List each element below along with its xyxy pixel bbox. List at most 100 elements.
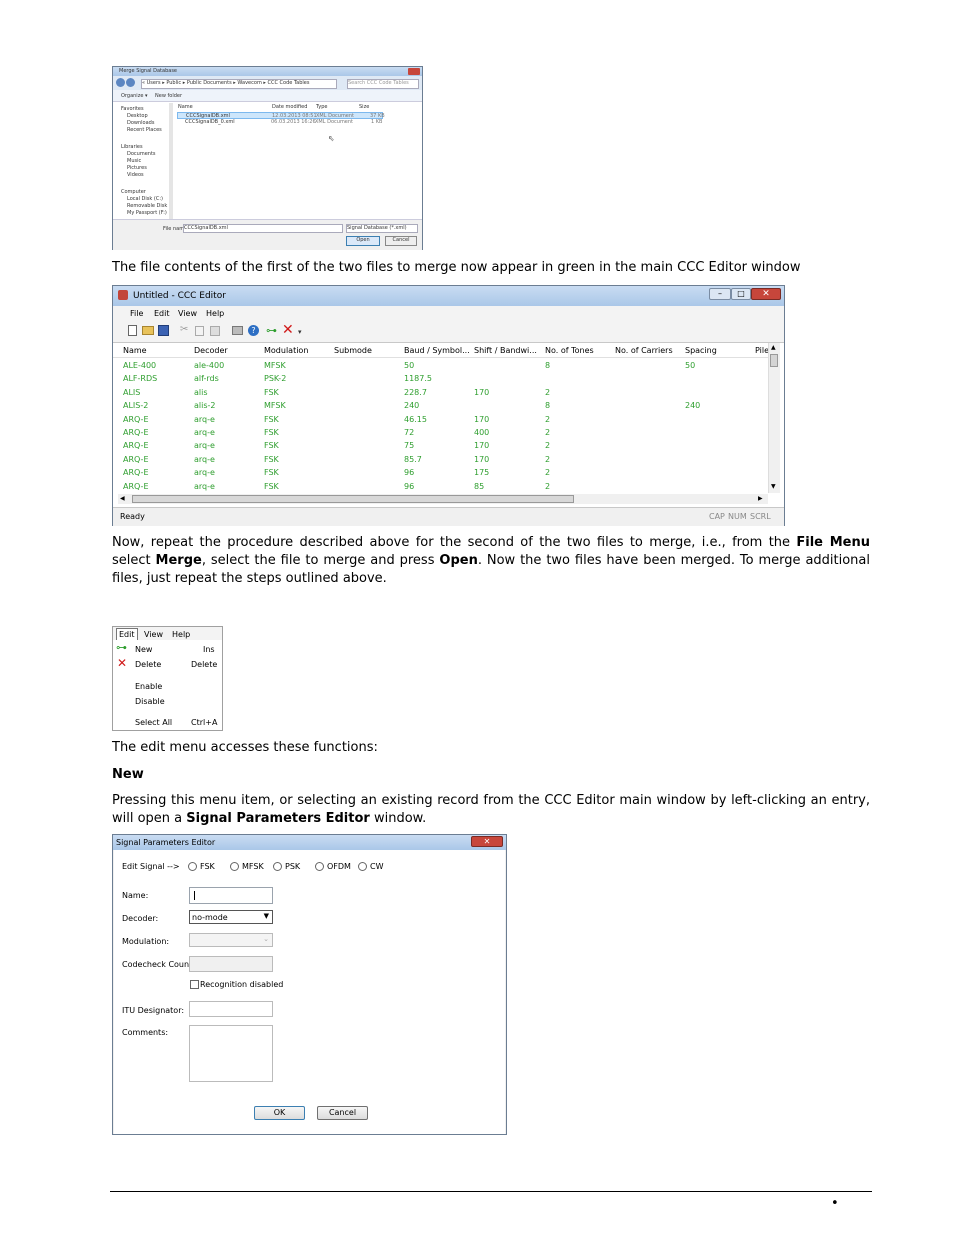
nav-removable[interactable]: Removable Disk ( (127, 203, 171, 209)
nav-local-disk[interactable]: Local Disk (C:) (127, 196, 163, 202)
comments-textarea[interactable] (189, 1025, 273, 1082)
col-pile[interactable]: Pile (755, 346, 769, 355)
paste-icon[interactable] (210, 326, 220, 336)
cancel-button[interactable]: Cancel (317, 1106, 368, 1120)
menu-view[interactable]: View (178, 309, 197, 318)
col-name[interactable]: Name (178, 104, 193, 110)
table-row[interactable]: ALIS-2 alis-2 MFSK 240 8 240 (113, 401, 773, 414)
col-type[interactable]: Type (316, 104, 327, 110)
close-icon[interactable] (408, 68, 420, 75)
col-decoder[interactable]: Decoder (194, 346, 228, 355)
nav-computer[interactable]: Computer (121, 189, 146, 195)
scroll-left-icon[interactable]: ◀ (120, 495, 125, 502)
forward-icon[interactable] (126, 78, 135, 87)
horizontal-scrollbar[interactable]: ◀ ▶ (118, 494, 768, 504)
open-folder-icon[interactable] (142, 326, 154, 335)
nav-desktop[interactable]: Desktop (127, 113, 148, 119)
nav-recent[interactable]: Recent Places (127, 127, 162, 133)
radio-mfsk[interactable]: MFSK (230, 862, 264, 871)
decoder-select[interactable]: no-mode ▼ (189, 910, 273, 924)
radio-fsk[interactable]: FSK (188, 862, 215, 871)
nav-music[interactable]: Music (127, 158, 141, 164)
table-row[interactable]: ARQ-E arq-e FSK 96 85 2 (113, 482, 773, 495)
nav-passport[interactable]: My Passport (F:) (127, 210, 167, 216)
col-spacing[interactable]: Spacing (685, 346, 717, 355)
menu-item-enable[interactable]: Enable (135, 682, 219, 693)
col-date[interactable]: Date modified (272, 104, 307, 110)
name-input[interactable] (189, 887, 273, 904)
nav-libraries[interactable]: Libraries (121, 144, 143, 150)
menu-view[interactable]: View (144, 630, 163, 639)
nav-downloads[interactable]: Downloads (127, 120, 154, 126)
scroll-up-icon[interactable]: ▲ (771, 344, 776, 351)
help-icon[interactable]: ? (248, 325, 259, 336)
nav-videos[interactable]: Videos (127, 172, 144, 178)
nav-pictures[interactable]: Pictures (127, 165, 147, 171)
organize-button[interactable]: Organize ▾ (121, 93, 148, 99)
table-row[interactable]: ALE-400 ale-400 MFSK 50 8 50 (113, 361, 773, 374)
nav-documents[interactable]: Documents (127, 151, 156, 157)
minimize-icon[interactable]: – (709, 288, 731, 300)
table-row[interactable]: ALIS alis FSK 228.7 170 2 (113, 388, 773, 401)
address-path[interactable]: « Users ▸ Public ▸ Public Documents ▸ Wa… (141, 79, 337, 89)
radio-psk[interactable]: PSK (273, 862, 300, 871)
modulation-select[interactable]: ⌄ (189, 933, 273, 947)
recognition-checkbox[interactable] (190, 980, 199, 989)
col-submode[interactable]: Submode (334, 346, 372, 355)
vertical-scrollbar[interactable]: ▲ ▼ (768, 343, 780, 493)
new-file-icon[interactable] (128, 325, 137, 336)
col-size[interactable]: Size (359, 104, 369, 110)
table-row[interactable]: ARQ-E arq-e FSK 96 175 2 (113, 468, 773, 481)
close-icon[interactable]: ✕ (471, 836, 503, 847)
menu-file[interactable]: File (130, 309, 143, 318)
cancel-button[interactable]: Cancel (385, 236, 417, 246)
menu-item-select-all[interactable]: Select All Ctrl+A (135, 718, 219, 729)
file-row-selected[interactable]: CCCSignalDB.xml 12.03.2013 08:51 XML Doc… (177, 112, 385, 119)
menu-edit[interactable]: Edit (154, 309, 170, 318)
save-icon[interactable] (158, 325, 169, 336)
col-name[interactable]: Name (123, 346, 147, 355)
radio-ofdm[interactable]: OFDM (315, 862, 351, 871)
menu-item-disable[interactable]: Disable (135, 697, 219, 708)
menu-edit[interactable]: Edit (116, 628, 138, 640)
menu-help[interactable]: Help (172, 630, 190, 639)
close-icon[interactable]: ✕ (751, 288, 781, 300)
search-input[interactable]: Search CCC Code Tables (347, 79, 419, 89)
cut-icon[interactable]: ✂ (180, 324, 188, 335)
scroll-hthumb[interactable] (132, 495, 574, 503)
col-baud[interactable]: Baud / Symbol... (404, 346, 470, 355)
scroll-thumb[interactable] (770, 354, 778, 367)
table-row[interactable]: ARQ-E arq-e FSK 72 400 2 (113, 428, 773, 441)
radio-cw[interactable]: CW (358, 862, 384, 871)
new-record-icon[interactable]: ⊶ (266, 324, 277, 337)
copy-icon[interactable] (195, 326, 204, 336)
scroll-right-icon[interactable]: ▶ (758, 495, 763, 502)
menu-help[interactable]: Help (206, 309, 224, 318)
file-type-filter[interactable]: Signal Database (*.xml) (346, 224, 418, 233)
file-name-input[interactable]: CCCSignalDB.xml (183, 224, 343, 233)
col-shift[interactable]: Shift / Bandwi... (474, 346, 537, 355)
nav-scrollbar[interactable] (169, 103, 173, 219)
print-icon[interactable] (232, 326, 243, 335)
back-icon[interactable] (116, 78, 125, 87)
col-modulation[interactable]: Modulation (264, 346, 308, 355)
table-row[interactable]: ALF-RDS alf-rds PSK-2 1187.5 (113, 374, 773, 387)
toolbar-overflow-icon[interactable]: ▾ (298, 328, 302, 336)
file-row[interactable]: CCCSignalDB_0.xml 06.03.2013 16:26 XML D… (177, 119, 383, 126)
table-row[interactable]: ARQ-E arq-e FSK 75 170 2 (113, 441, 773, 454)
new-folder-button[interactable]: New folder (155, 93, 182, 99)
table-row[interactable]: ARQ-E arq-e FSK 46.15 170 2 (113, 415, 773, 428)
menu-item-delete[interactable]: Delete Delete (135, 660, 219, 671)
menu-item-new[interactable]: New Ins (135, 645, 219, 656)
nav-favorites[interactable]: Favorites (121, 106, 144, 112)
delete-icon[interactable]: ✕ (282, 322, 294, 338)
ok-button[interactable]: OK (254, 1106, 305, 1120)
maximize-icon[interactable]: □ (731, 288, 751, 300)
table-row[interactable]: ARQ-E arq-e FSK 85.7 170 2 (113, 455, 773, 468)
scroll-down-icon[interactable]: ▼ (771, 483, 776, 490)
open-button[interactable]: Open (346, 236, 380, 246)
col-carriers[interactable]: No. of Carriers (615, 346, 673, 355)
col-tones[interactable]: No. of Tones (545, 346, 594, 355)
codecheck-input[interactable] (189, 956, 273, 972)
itu-input[interactable] (189, 1001, 273, 1017)
